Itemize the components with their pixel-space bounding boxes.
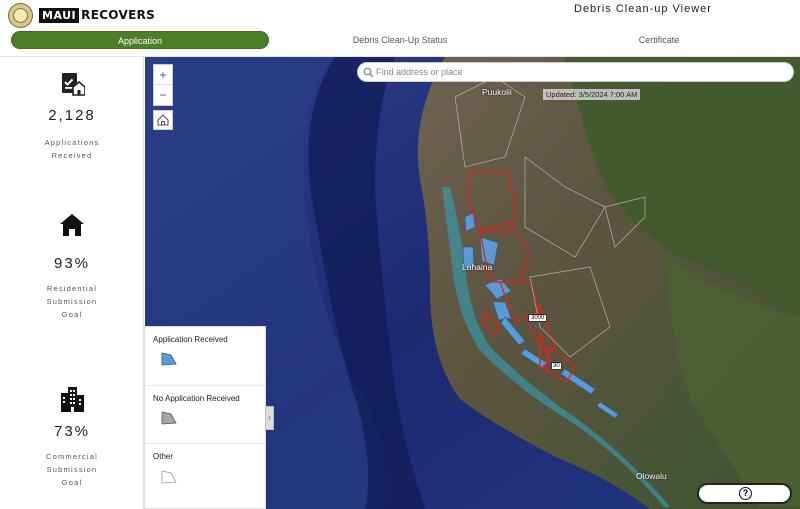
zoom-control: + − (153, 64, 173, 106)
search-icon (363, 67, 374, 78)
legend-item-no-application: No Application Received (145, 386, 265, 444)
legend-item-application-received: Application Received (145, 327, 265, 386)
stat-residential: 93% Residential Submission Goal (0, 213, 144, 321)
zoom-in-button[interactable]: + (154, 65, 172, 85)
legend-swatch-white (161, 470, 177, 484)
maui-recovers-logo: MAUI RECOVERS (39, 7, 155, 23)
building-icon (61, 387, 84, 412)
zoom-out-button[interactable]: − (154, 85, 172, 105)
home-icon (157, 114, 169, 126)
legend-item-other: Other (145, 444, 265, 508)
app-header: MAUI RECOVERS Debris Clean-up Viewer App… (0, 0, 800, 57)
commercial-label: Commercial Submission Goal (45, 452, 98, 487)
help-button[interactable]: ? (697, 483, 792, 504)
map-legend: Application Received No Application Rece… (144, 326, 266, 509)
stat-applications: 2,128 Applications Received (0, 71, 144, 162)
residential-value: 93% (53, 255, 91, 272)
applications-value: 2,128 (48, 107, 96, 124)
legend-swatch-gray (161, 411, 177, 425)
place-label-olowalu: Olowalu (636, 471, 667, 481)
legend-swatch-blue (161, 352, 177, 366)
help-icon: ? (739, 487, 752, 500)
tab-bar: Application Debris Clean-Up Status Certi… (0, 31, 800, 51)
updated-timestamp: Updated: 3/5/2024 7:00 AM (543, 89, 641, 100)
search-input[interactable]: Find address or place (376, 67, 463, 77)
place-label-puukolii: Puukolii (482, 87, 512, 97)
search-bar[interactable]: Find address or place (357, 62, 794, 82)
app-title: Debris Clean-up Viewer (574, 3, 712, 15)
parcel-number-label: 3000 (528, 314, 548, 322)
county-seal-logo (8, 3, 33, 28)
legend-collapse-handle[interactable]: ‹ (265, 406, 274, 430)
tab-debris-clean-up-status[interactable]: Debris Clean-Up Status (330, 31, 470, 49)
tab-certificate[interactable]: Certificate (610, 31, 708, 49)
stat-commercial: 73% Commercial Submission Goal (0, 385, 144, 489)
commercial-value: 73% (53, 423, 91, 440)
home-button[interactable] (153, 110, 173, 130)
stats-sidebar: 2,128 Applications Received 93% Resident… (0, 57, 144, 509)
place-label-lahaina: Lahaina (462, 262, 493, 272)
residential-label: Residential Submission Goal (46, 284, 98, 319)
tab-application[interactable]: Application (11, 31, 269, 49)
house-icon (60, 214, 84, 236)
application-document-icon (62, 73, 85, 96)
applications-label: Applications Received (44, 138, 100, 160)
highway-shield: 30 (551, 362, 562, 370)
